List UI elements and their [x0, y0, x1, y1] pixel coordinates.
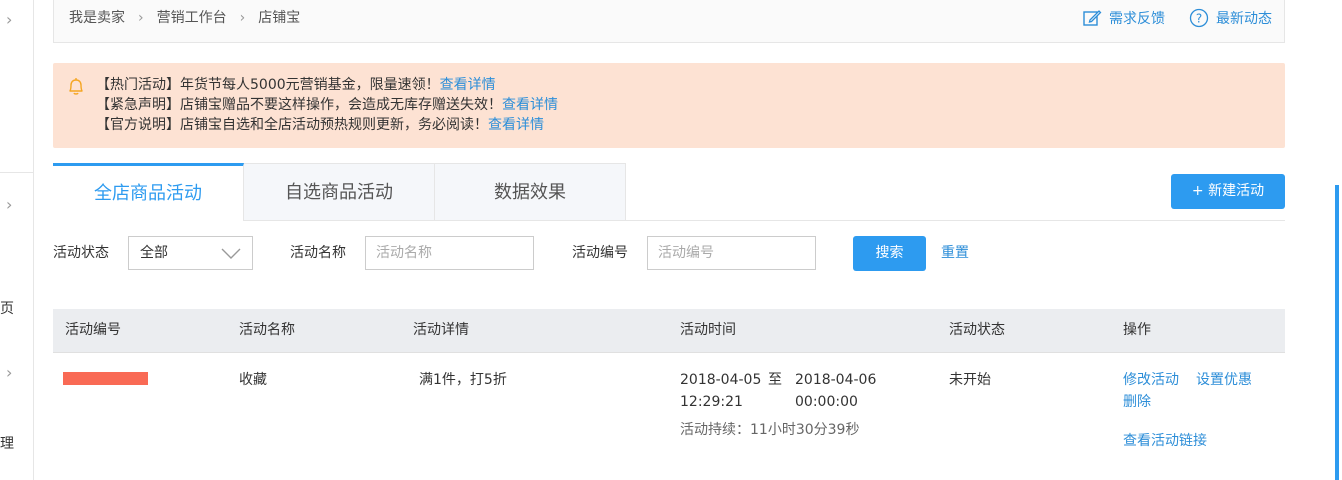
chevron-right-icon[interactable]: ›	[6, 195, 12, 214]
chevron-down-icon	[221, 248, 241, 259]
tab-bar: 全店商品活动 自选商品活动 数据效果	[53, 163, 626, 221]
date-separator: 至	[768, 372, 782, 388]
tab-data-effect[interactable]: 数据效果	[435, 163, 626, 221]
notice-line: 【紧急声明】店铺宝赠品不要这样操作，会造成无库存赠送失效！查看详情	[96, 95, 558, 115]
notice-text: 【官方说明】店铺宝自选和全店活动预热规则更新，务必阅读！	[96, 117, 488, 133]
header-links: 需求反馈 ? 最新动态	[1082, 6, 1272, 30]
table-header: 活动编号 活动名称 活动详情 活动时间 活动状态 操作	[53, 309, 1285, 353]
tab-selected-products[interactable]: 自选商品活动	[244, 163, 435, 221]
help-circle-icon: ?	[1189, 8, 1209, 28]
set-discount-link[interactable]: 设置优惠	[1196, 369, 1252, 391]
notice-lines: 【热门活动】年货节每人5000元营销基金，限量速领！查看详情 【紧急声明】店铺宝…	[96, 75, 558, 135]
status-select[interactable]: 全部	[128, 236, 253, 270]
news-link[interactable]: ? 最新动态	[1189, 8, 1272, 28]
chevron-right-icon: ›	[138, 10, 144, 26]
search-button[interactable]: 搜索	[853, 236, 926, 271]
name-filter-label: 活动名称	[290, 245, 346, 261]
notice-line: 【热门活动】年货节每人5000元营销基金，限量速领！查看详情	[96, 75, 558, 95]
breadcrumb-bar: 我是卖家 › 营销工作台 › 店铺宝 需求反馈 ? 最新动态	[53, 0, 1285, 43]
reset-link[interactable]: 重置	[941, 236, 969, 270]
notice-line: 【官方说明】店铺宝自选和全店活动预热规则更新，务必阅读！查看详情	[96, 115, 558, 135]
id-filter-label: 活动编号	[572, 245, 628, 261]
breadcrumb-item[interactable]: 营销工作台	[157, 10, 227, 26]
delete-link[interactable]: 删除	[1123, 391, 1151, 413]
notice-detail-link[interactable]: 查看详情	[440, 77, 496, 93]
notice-text: 【紧急声明】店铺宝赠品不要这样操作，会造成无库存赠送失效！	[96, 97, 502, 113]
sidebar-item-fragment[interactable]: 理	[0, 433, 14, 453]
chevron-right-icon[interactable]: ›	[6, 10, 12, 29]
start-date: 2018-04-05	[680, 372, 762, 388]
new-activity-button[interactable]: + 新建活动	[1171, 174, 1285, 209]
feedback-link[interactable]: 需求反馈	[1082, 8, 1165, 28]
breadcrumb-item-current: 店铺宝	[258, 10, 301, 26]
breadcrumb: 我是卖家 › 营销工作台 › 店铺宝	[69, 0, 300, 36]
col-activity-status: 活动状态	[949, 322, 1005, 338]
status-badge: 未开始	[949, 372, 991, 388]
col-activity-name: 活动名称	[239, 322, 295, 338]
col-activity-time: 活动时间	[680, 322, 736, 338]
chevron-right-icon: ›	[239, 10, 246, 26]
activity-detail: 满1件，打5折	[419, 372, 507, 388]
redacted-activity-id	[63, 372, 148, 385]
name-input[interactable]	[365, 236, 534, 270]
activity-name: 收藏	[239, 372, 267, 388]
chevron-right-icon[interactable]: ›	[6, 363, 12, 382]
tab-underline	[244, 220, 1285, 221]
edit-activity-link[interactable]: 修改活动	[1123, 369, 1179, 391]
notice-detail-link[interactable]: 查看详情	[502, 97, 558, 113]
left-sidebar: › › 页 › 理	[0, 0, 34, 480]
col-activity-id: 活动编号	[65, 322, 121, 338]
activity-duration: 活动持续：11小时30分39秒	[680, 422, 860, 438]
bell-icon	[69, 78, 83, 95]
news-label: 最新动态	[1216, 11, 1272, 27]
tab-all-products[interactable]: 全店商品活动	[53, 163, 244, 221]
notice-detail-link[interactable]: 查看详情	[488, 117, 544, 133]
feedback-label: 需求反馈	[1109, 11, 1165, 27]
sidebar-divider	[0, 172, 34, 173]
col-actions: 操作	[1123, 322, 1151, 338]
status-select-value: 全部	[140, 245, 168, 261]
svg-text:?: ?	[1196, 12, 1202, 26]
notice-text: 【热门活动】年货节每人5000元营销基金，限量速领！	[96, 77, 440, 93]
notice-banner: 【热门活动】年货节每人5000元营销基金，限量速领！查看详情 【紧急声明】店铺宝…	[53, 63, 1285, 148]
scrollbar[interactable]	[1335, 185, 1339, 480]
edit-icon	[1083, 10, 1102, 26]
start-time: 12:29:21	[680, 394, 743, 410]
end-date: 2018-04-06	[795, 372, 877, 388]
breadcrumb-item[interactable]: 我是卖家	[69, 10, 125, 26]
col-activity-detail: 活动详情	[413, 322, 469, 338]
view-activity-link[interactable]: 查看活动链接	[1123, 430, 1207, 452]
sidebar-item-fragment[interactable]: 页	[0, 298, 14, 318]
status-filter-label: 活动状态	[53, 245, 109, 261]
id-input[interactable]	[647, 236, 816, 270]
end-time: 00:00:00	[795, 394, 858, 410]
